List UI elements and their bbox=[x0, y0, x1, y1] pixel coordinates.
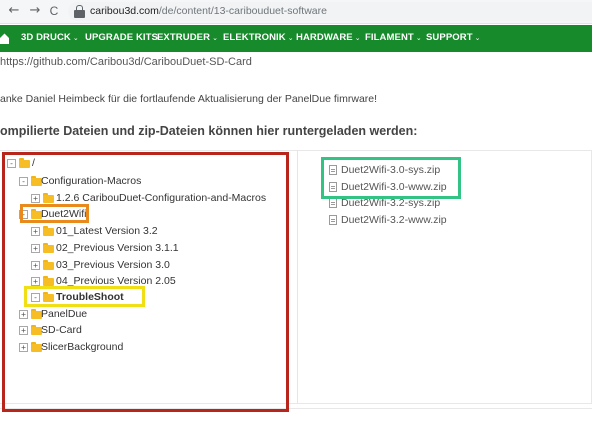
expand-toggle-icon[interactable]: + bbox=[19, 343, 28, 352]
tree-node-sd-card[interactable]: + SD-Card bbox=[19, 324, 99, 338]
folder-icon bbox=[43, 226, 54, 236]
collapse-toggle-icon[interactable]: - bbox=[31, 293, 40, 302]
file-icon bbox=[329, 215, 337, 225]
file-item[interactable]: Duet2Wifi-3.2-www.zip bbox=[329, 214, 459, 228]
thanks-text: anke Daniel Heimbeck für die fortlaufend… bbox=[0, 93, 378, 105]
expand-toggle-icon[interactable]: + bbox=[31, 244, 40, 253]
expand-toggle-icon[interactable]: + bbox=[31, 277, 40, 286]
tree-node-label: SD-Card bbox=[41, 324, 82, 336]
nav-label: ELEKTRONIK bbox=[223, 32, 286, 43]
collapse-toggle-icon[interactable]: - bbox=[19, 177, 28, 186]
folder-icon bbox=[43, 260, 54, 270]
tree-node-label: TroubleShoot bbox=[56, 291, 124, 303]
chevron-down-icon: ⌄ bbox=[474, 35, 481, 42]
file-item[interactable]: Duet2Wifi-3.0-sys.zip bbox=[329, 164, 459, 178]
tree-node-slicerbackground[interactable]: + SlicerBackground bbox=[19, 341, 159, 355]
tree-node-label: PanelDue bbox=[41, 308, 88, 320]
browser-toolbar: ← → C caribou3d.com/de/content/13-caribo… bbox=[0, 0, 592, 24]
chevron-down-icon: ⌄ bbox=[415, 35, 422, 42]
chevron-down-icon: ⌄ bbox=[354, 35, 361, 42]
nav-item-support[interactable]: SUPPORT ⌄ bbox=[426, 32, 481, 43]
tree-node-label: 02_Previous Version 3.1.1 bbox=[56, 242, 179, 254]
tree-node-label: Duet2Wifi bbox=[41, 208, 87, 220]
collapse-toggle-icon[interactable]: - bbox=[19, 210, 28, 219]
nav-item-3d-druck[interactable]: 3D DRUCK ⌄ bbox=[21, 32, 79, 43]
nav-label: UPGRADE KITS bbox=[85, 32, 158, 43]
nav-label: 3D DRUCK bbox=[21, 32, 71, 43]
nav-label: FILAMENT bbox=[365, 32, 414, 43]
address-bar[interactable]: caribou3d.com/de/content/13-caribouduet-… bbox=[68, 2, 592, 21]
tree-node-label: SlicerBackground bbox=[41, 341, 124, 353]
panel-divider bbox=[297, 150, 298, 404]
tree-node-configuration-macros[interactable]: - Configuration-Macros bbox=[19, 175, 169, 189]
chevron-down-icon: ⌄ bbox=[212, 35, 219, 42]
folder-icon bbox=[43, 292, 54, 302]
tree-node-label: 04_Previous Version 2.05 bbox=[56, 275, 176, 287]
tree-node-label: 01_Latest Version 3.2 bbox=[56, 225, 158, 237]
file-icon bbox=[329, 182, 337, 192]
nav-item-hardware[interactable]: HARDWARE ⌄ bbox=[296, 32, 361, 43]
folder-icon bbox=[43, 193, 54, 203]
main-navigation: 3D DRUCK ⌄ UPGRADE KITS EXTRUDER ⌄ ELEKTRO… bbox=[0, 25, 592, 52]
url-text: caribou3d.com/de/content/13-caribouduet-… bbox=[90, 5, 327, 17]
tree-node-label: / bbox=[32, 157, 35, 169]
back-arrow-icon[interactable]: ← bbox=[6, 3, 22, 19]
nav-item-filament[interactable]: FILAMENT ⌄ bbox=[365, 32, 422, 43]
tree-node-label: 03_Previous Version 3.0 bbox=[56, 259, 170, 271]
tree-node-caribouduet-configuration[interactable]: + 1.2.6 CaribouDuet-Configuration-and-Ma… bbox=[31, 192, 293, 206]
expand-toggle-icon[interactable]: + bbox=[31, 194, 40, 203]
folder-icon bbox=[19, 158, 30, 168]
lock-icon-body bbox=[74, 10, 85, 18]
file-item[interactable]: Duet2Wifi-3.0-www.zip bbox=[329, 181, 459, 195]
url-host: caribou3d.com bbox=[90, 5, 159, 17]
tree-node-troubleshoot[interactable]: - TroubleShoot bbox=[31, 291, 151, 305]
nav-item-extruder[interactable]: EXTRUDER ⌄ bbox=[157, 32, 218, 43]
file-item[interactable]: Duet2Wifi-3.2-sys.zip bbox=[329, 197, 459, 211]
tree-node-previous-version-311[interactable]: + 02_Previous Version 3.1.1 bbox=[31, 242, 191, 256]
nav-item-elektronik[interactable]: ELEKTRONIK ⌄ bbox=[223, 32, 294, 43]
file-name: Duet2Wifi-3.2-sys.zip bbox=[341, 197, 441, 209]
reload-icon[interactable]: C bbox=[46, 3, 62, 19]
expand-toggle-icon[interactable]: + bbox=[31, 227, 40, 236]
folder-icon bbox=[43, 276, 54, 286]
file-name: Duet2Wifi-3.2-www.zip bbox=[341, 214, 447, 226]
tree-node-duet2wifi[interactable]: - Duet2Wifi bbox=[19, 208, 99, 222]
section-heading: ompilierte Dateien und zip-Dateien könne… bbox=[0, 124, 418, 138]
github-link[interactable]: https://github.com/Caribou3d/CaribouDuet… bbox=[0, 56, 252, 68]
nav-item-upgrade-kits[interactable]: UPGRADE KITS bbox=[85, 32, 158, 43]
forward-arrow-icon[interactable]: → bbox=[27, 3, 43, 19]
nav-label: EXTRUDER bbox=[157, 32, 211, 43]
tree-node-previous-version-30[interactable]: + 03_Previous Version 3.0 bbox=[31, 259, 191, 273]
tree-node-previous-version-205[interactable]: + 04_Previous Version 2.05 bbox=[31, 275, 191, 289]
file-name: Duet2Wifi-3.0-www.zip bbox=[341, 181, 447, 193]
folder-icon bbox=[43, 243, 54, 253]
tree-node-root[interactable]: - / bbox=[7, 157, 67, 171]
expand-toggle-icon[interactable]: + bbox=[19, 326, 28, 335]
chevron-down-icon: ⌄ bbox=[72, 35, 79, 42]
tree-node-paneldue[interactable]: + PanelDue bbox=[19, 308, 99, 322]
nav-label: HARDWARE bbox=[296, 32, 353, 43]
tree-node-latest-version[interactable]: + 01_Latest Version 3.2 bbox=[31, 225, 171, 239]
tree-node-label: 1.2.6 CaribouDuet-Configuration-and-Macr… bbox=[56, 192, 267, 204]
nav-label: SUPPORT bbox=[426, 32, 473, 43]
home-icon[interactable] bbox=[0, 32, 9, 44]
expand-toggle-icon[interactable]: + bbox=[31, 261, 40, 270]
tree-node-label: Configuration-Macros bbox=[41, 175, 142, 187]
file-icon bbox=[329, 165, 337, 175]
file-name: Duet2Wifi-3.0-sys.zip bbox=[341, 164, 441, 176]
expand-toggle-icon[interactable]: + bbox=[19, 310, 28, 319]
collapse-toggle-icon[interactable]: - bbox=[7, 159, 16, 168]
chevron-down-icon: ⌄ bbox=[287, 35, 294, 42]
panel-bottom-border bbox=[0, 408, 592, 409]
file-icon bbox=[329, 198, 337, 208]
url-path: /de/content/13-caribouduet-software bbox=[158, 5, 327, 17]
